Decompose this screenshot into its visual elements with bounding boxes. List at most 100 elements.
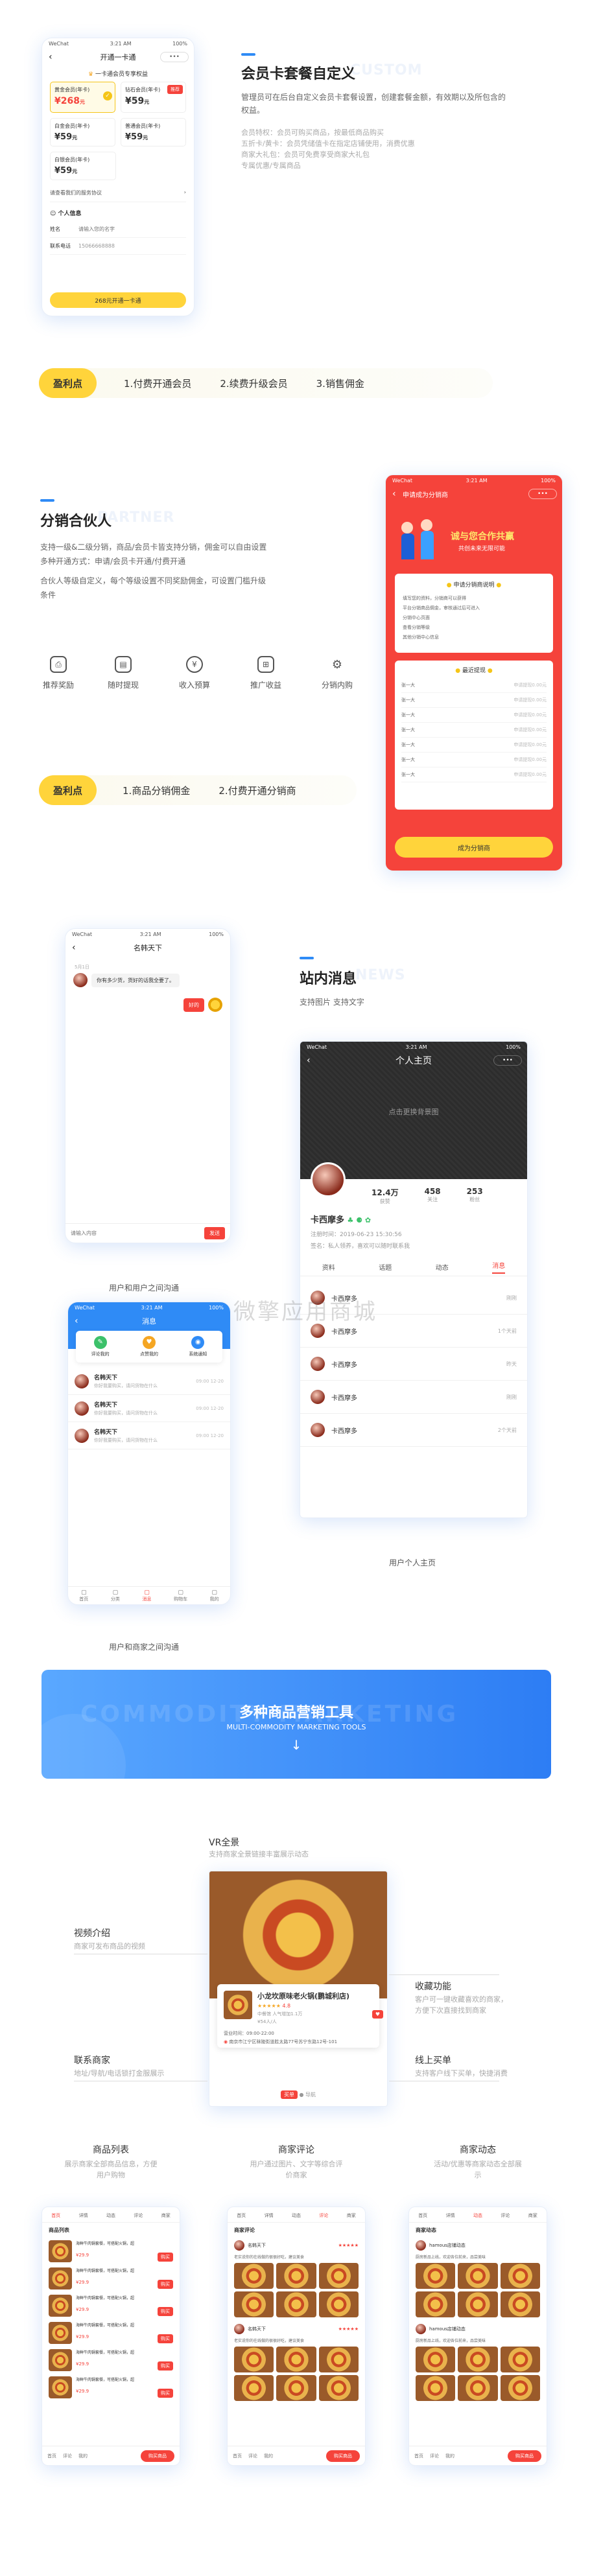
bottom-tab-1[interactable]: 评论	[63, 2453, 72, 2459]
tab-shop-4[interactable]: 商家	[161, 2212, 171, 2219]
post-image[interactable]	[318, 2347, 359, 2372]
buy-button[interactable]: 购买	[158, 2280, 173, 2289]
post-image[interactable]	[318, 2375, 359, 2401]
post-image[interactable]	[416, 2375, 456, 2401]
list-item[interactable]: 海鲜牛肉锅套餐，可搭配火锅，超 ¥29.9 购买	[42, 2319, 180, 2347]
list-item[interactable]: 卡西摩多 刚刚	[300, 1381, 527, 1414]
tab-shop-1[interactable]: 详情	[79, 2212, 88, 2219]
post-image[interactable]	[416, 2291, 456, 2317]
shortcut-likes[interactable]: ♥ 点赞我的	[140, 1336, 158, 1357]
tab-shop-4[interactable]: 商家	[528, 2212, 537, 2219]
post-image[interactable]	[234, 2347, 274, 2372]
post-image[interactable]	[458, 2263, 498, 2289]
bottom-tab-2[interactable]: 我的	[445, 2453, 454, 2459]
tab-profile-3[interactable]: 消息	[492, 1260, 506, 1274]
tab-profile-1[interactable]: 话题	[379, 1262, 392, 1272]
list-item[interactable]: 卡西摩多 昨天	[300, 1348, 527, 1381]
tab-shop-0[interactable]: 首页	[418, 2212, 427, 2219]
bottom-tab-1[interactable]: 评论	[248, 2453, 257, 2459]
post-image[interactable]	[500, 2263, 540, 2289]
shortcut-system[interactable]: ◉ 系统通知	[189, 1336, 207, 1357]
post-image[interactable]	[500, 2347, 540, 2372]
buy-button[interactable]: 购买	[158, 2361, 173, 2371]
tab-shop-3[interactable]: 评论	[501, 2212, 510, 2219]
bottom-tab-2[interactable]: 我的	[264, 2453, 273, 2459]
open-card-button[interactable]: 268元开通一卡通	[50, 292, 186, 308]
list-item[interactable]: 海鲜牛肉锅套餐，可搭配火锅，超 ¥29.9 购买	[42, 2374, 180, 2401]
rules-link[interactable]: 请查看我们的服务协议 ›	[50, 189, 186, 202]
chat-input[interactable]	[71, 1230, 200, 1236]
back-icon[interactable]: ‹	[392, 489, 396, 498]
list-item[interactable]: 海鲜牛肉锅套餐，可搭配火锅，超 ¥29.9 购买	[42, 2292, 180, 2319]
tab-1[interactable]: ▢ 分类	[111, 1589, 120, 1602]
tab-shop-1[interactable]: 详情	[265, 2212, 274, 2219]
list-item[interactable]: 卡西摩多 2个天前	[300, 1414, 527, 1447]
list-item[interactable]: 海鲜牛肉锅套餐，可搭配火锅，超 ¥29.9 购买	[42, 2238, 180, 2265]
cover[interactable]: WeChat 3:21 AM 100% ‹ 个人主页 ••• 点击更换背景图	[300, 1042, 527, 1179]
post-image[interactable]	[458, 2291, 498, 2317]
bottom-tab-0[interactable]: 首页	[233, 2453, 242, 2459]
purchase-button[interactable]: 购买商品	[508, 2450, 541, 2462]
bottom-tab-2[interactable]: 我的	[78, 2453, 88, 2459]
post-image[interactable]	[416, 2347, 456, 2372]
back-icon[interactable]: ‹	[307, 1056, 311, 1065]
tab-profile-0[interactable]: 资料	[322, 1262, 335, 1272]
post-image[interactable]	[458, 2375, 498, 2401]
card-option-normal[interactable]: 普通会员(年卡) ¥59元	[121, 118, 186, 146]
list-item[interactable]: 名韩天下 你好我要购买，请问货物在什么 09:00 12-20	[68, 1395, 230, 1422]
post-image[interactable]	[458, 2347, 498, 2372]
tab-shop-2[interactable]: 动态	[292, 2212, 301, 2219]
post-image[interactable]	[276, 2291, 316, 2317]
back-icon[interactable]: ‹	[49, 53, 53, 62]
post-image[interactable]	[234, 2263, 274, 2289]
pay-button[interactable]: 买单	[280, 2090, 298, 2099]
name-field[interactable]	[78, 226, 156, 232]
fav-button[interactable]: ♥	[372, 2010, 383, 2019]
buy-button[interactable]: 购买	[158, 2307, 173, 2316]
more-icon[interactable]: •••	[493, 1055, 522, 1066]
buy-button[interactable]: 购买	[158, 2334, 173, 2343]
list-item[interactable]: 名韩天下 你好我要购买，请问货物在什么 09:00 12-20	[68, 1368, 230, 1395]
post-image[interactable]	[276, 2375, 316, 2401]
bottom-tab-0[interactable]: 首页	[47, 2453, 56, 2459]
post-image[interactable]	[276, 2347, 316, 2372]
post-image[interactable]	[500, 2291, 540, 2317]
list-item[interactable]: 名韩天下 你好我要购买，请问货物在什么 09:00 12-20	[68, 1422, 230, 1449]
post-image[interactable]	[234, 2291, 274, 2317]
more-icon[interactable]: •••	[528, 489, 557, 499]
tab-0[interactable]: ▢ 首页	[79, 1589, 88, 1602]
more-icon[interactable]: •••	[160, 52, 189, 62]
purchase-button[interactable]: 购买商品	[326, 2450, 360, 2462]
tab-shop-0[interactable]: 首页	[51, 2212, 60, 2219]
phone-field[interactable]: 15066668888	[78, 243, 115, 249]
post-image[interactable]	[276, 2263, 316, 2289]
tab-shop-1[interactable]: 详情	[446, 2212, 455, 2219]
bottom-tab-1[interactable]: 评论	[430, 2453, 439, 2459]
post-image[interactable]	[500, 2375, 540, 2401]
purchase-button[interactable]: 购买商品	[141, 2450, 174, 2462]
tab-shop-2[interactable]: 动态	[473, 2212, 482, 2219]
list-item[interactable]: 海鲜牛肉锅套餐，可搭配火锅，超 ¥29.9 购买	[42, 2265, 180, 2292]
post-image[interactable]	[318, 2291, 359, 2317]
post-image[interactable]	[234, 2375, 274, 2401]
tab-profile-2[interactable]: 动态	[436, 1262, 449, 1272]
list-item[interactable]: 海鲜牛肉锅套餐，可搭配火锅，超 ¥29.9 购买	[42, 2347, 180, 2374]
buy-button[interactable]: 购买	[158, 2253, 173, 2262]
tab-shop-2[interactable]: 动态	[106, 2212, 115, 2219]
tab-shop-4[interactable]: 商家	[347, 2212, 356, 2219]
back-icon[interactable]: ‹	[72, 943, 76, 952]
bottom-tab-0[interactable]: 首页	[414, 2453, 423, 2459]
tab-4[interactable]: ▢ 我的	[210, 1589, 219, 1602]
card-option-silver[interactable]: 白银会员(年卡) ¥59元	[50, 152, 116, 180]
post-image[interactable]	[416, 2263, 456, 2289]
shortcut-comments[interactable]: ✎ 评论我的	[91, 1336, 110, 1357]
tab-shop-3[interactable]: 评论	[134, 2212, 143, 2219]
tab-2[interactable]: ▢ 消息	[142, 1589, 151, 1602]
buy-button[interactable]: 购买	[158, 2389, 173, 2398]
tab-3[interactable]: ▢ 购物车	[174, 1589, 187, 1602]
send-button[interactable]: 发送	[204, 1227, 225, 1239]
back-icon[interactable]: ‹	[75, 1317, 78, 1326]
tab-shop-0[interactable]: 首页	[237, 2212, 246, 2219]
card-option-gold[interactable]: 黄金会员(年卡) ¥268元 ✓	[50, 82, 115, 113]
card-option-platinum[interactable]: 白金会员(年卡) ¥59元	[50, 118, 115, 146]
